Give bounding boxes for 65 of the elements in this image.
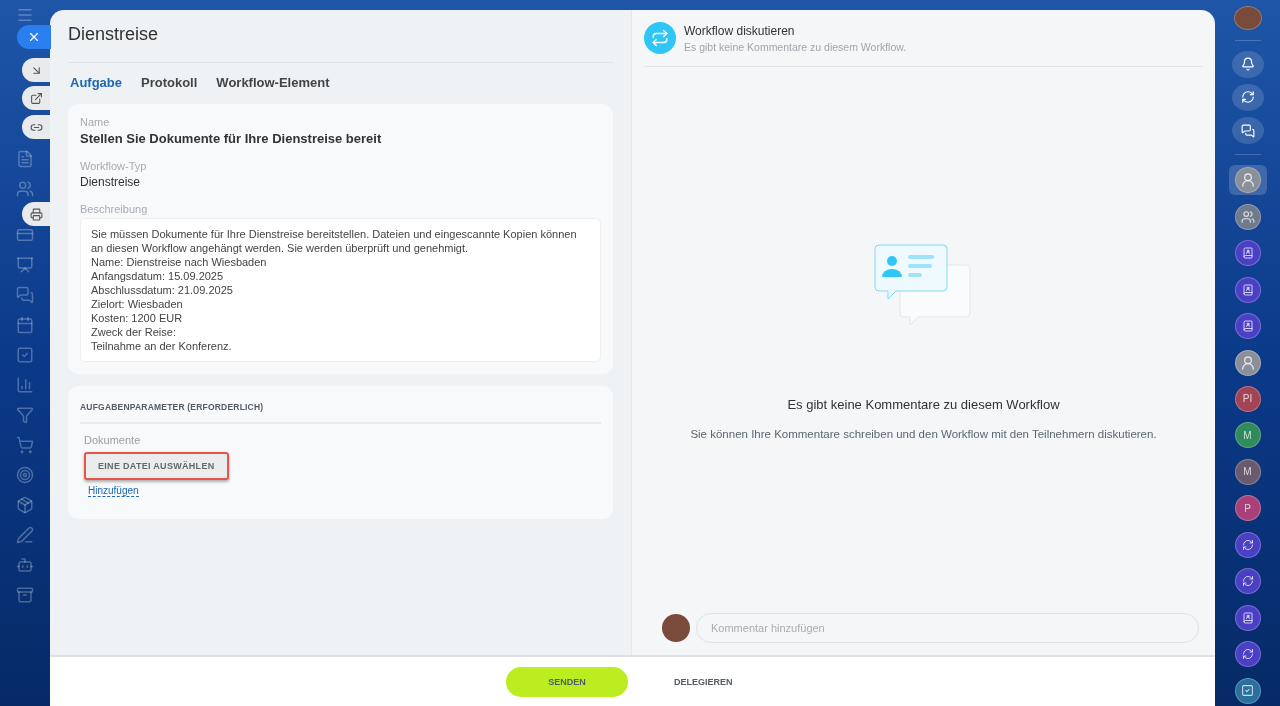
field-value: Dienstreise bbox=[80, 175, 142, 189]
discussion-subtitle: Es gibt keine Kommentare zu diesem Workflow. bbox=[684, 40, 907, 53]
sidebar-icon[interactable] bbox=[16, 180, 34, 198]
field-label: Workflow-Typ bbox=[80, 160, 148, 172]
sidebar-icon[interactable] bbox=[16, 226, 34, 244]
contact-book-icon[interactable] bbox=[1234, 240, 1261, 267]
empty-state-text: Sie können Ihre Kommentare schreiben und den Workflow mit den Teilnehmern diskutieren. bbox=[690, 428, 1157, 440]
letter-avatar[interactable]: PI bbox=[1234, 385, 1261, 412]
group-avatar[interactable] bbox=[1234, 203, 1261, 230]
sidebar-icon[interactable] bbox=[16, 556, 34, 574]
send-button[interactable]: SENDEN bbox=[506, 666, 628, 697]
sidebar-icon[interactable] bbox=[16, 150, 34, 168]
copy-link-button[interactable] bbox=[22, 115, 50, 139]
print-icon bbox=[29, 207, 43, 221]
sidebar-icon[interactable] bbox=[16, 526, 34, 544]
bell-icon[interactable] bbox=[1231, 50, 1264, 78]
user-avatar bbox=[662, 614, 690, 642]
tab[interactable]: Protokoll bbox=[141, 75, 198, 90]
sidebar-icon[interactable] bbox=[16, 406, 34, 424]
task-icon[interactable] bbox=[1234, 677, 1261, 704]
sidebar-icon[interactable] bbox=[16, 286, 34, 304]
letter-avatar[interactable]: M bbox=[1234, 458, 1261, 485]
delegate-button[interactable]: DELEGIEREN bbox=[668, 675, 739, 688]
contact-book-icon[interactable] bbox=[1234, 604, 1261, 631]
open-new-window-button[interactable] bbox=[22, 86, 50, 110]
letter-avatar[interactable]: P bbox=[1234, 495, 1261, 522]
sidebar-icon[interactable] bbox=[16, 586, 34, 604]
refresh-icon[interactable] bbox=[1234, 531, 1261, 558]
tab[interactable]: Workflow-Element bbox=[216, 75, 330, 90]
collapse-button[interactable] bbox=[22, 58, 50, 82]
refresh-icon[interactable] bbox=[1231, 83, 1264, 111]
description-text: Sie müssen Dokumente für Ihre Dienstreise bereitstellen. Dateien und eingescannte Kopien können an diesen Workflow angehängt werden. Sie werden überprüft und genehmigt. Name: Dienstreise nach Wiesbaden Anfangsdatum: 15.09.2025 Abschlussdatum: 21.09.2025 Zielort: Wiesbaden Kosten: 1200 EUR Zweck der Reise: Teilnahme an der Konferenz. bbox=[80, 218, 601, 362]
task-title: Dienstreise bbox=[68, 24, 613, 63]
avatar[interactable] bbox=[1234, 349, 1261, 376]
refresh-icon[interactable] bbox=[1234, 568, 1261, 595]
refresh-icon[interactable] bbox=[1234, 641, 1261, 668]
choose-file-button[interactable]: EINE DATEI AUSWÄHLEN bbox=[84, 452, 229, 480]
field-label: Dokumente bbox=[84, 434, 142, 446]
selected-chat[interactable] bbox=[1228, 164, 1267, 196]
contact-book-icon[interactable] bbox=[1234, 313, 1261, 340]
add-link[interactable]: Hinzufügen bbox=[88, 485, 139, 497]
sidebar-icon[interactable] bbox=[16, 436, 34, 454]
discussion-title: Workflow diskutieren bbox=[684, 23, 796, 38]
sidebar-icon[interactable] bbox=[16, 346, 34, 364]
print-button[interactable] bbox=[22, 202, 50, 226]
letter-avatar[interactable]: M bbox=[1234, 422, 1261, 449]
sidebar-icon[interactable] bbox=[16, 256, 34, 274]
avatar[interactable] bbox=[1234, 167, 1261, 194]
sidebar-icon[interactable] bbox=[16, 466, 34, 484]
sidebar-icon[interactable] bbox=[16, 316, 34, 334]
sidebar-icon[interactable] bbox=[16, 496, 34, 514]
field-label: Name bbox=[80, 116, 111, 128]
section-heading: AUFGABENPARAMETER (ERFORDERLICH) bbox=[80, 398, 601, 424]
close-icon bbox=[27, 30, 41, 44]
comment-field[interactable]: Kommentar hinzufügen bbox=[696, 613, 1199, 643]
tab[interactable]: Aufgabe bbox=[70, 75, 122, 90]
contact-book-icon[interactable] bbox=[1234, 276, 1261, 303]
workflow-icon bbox=[644, 22, 676, 54]
chat-icon[interactable] bbox=[1231, 117, 1264, 145]
external-link-icon bbox=[29, 91, 43, 105]
close-button[interactable] bbox=[17, 25, 51, 49]
sidebar-icon[interactable] bbox=[16, 376, 34, 394]
field-label: Beschreibung bbox=[80, 203, 149, 215]
field-value: Stellen Sie Dokumente für Ihre Dienstreise bereit bbox=[80, 131, 383, 146]
empty-state-title: Es gibt keine Kommentare zu diesem Workflow bbox=[787, 397, 1060, 412]
